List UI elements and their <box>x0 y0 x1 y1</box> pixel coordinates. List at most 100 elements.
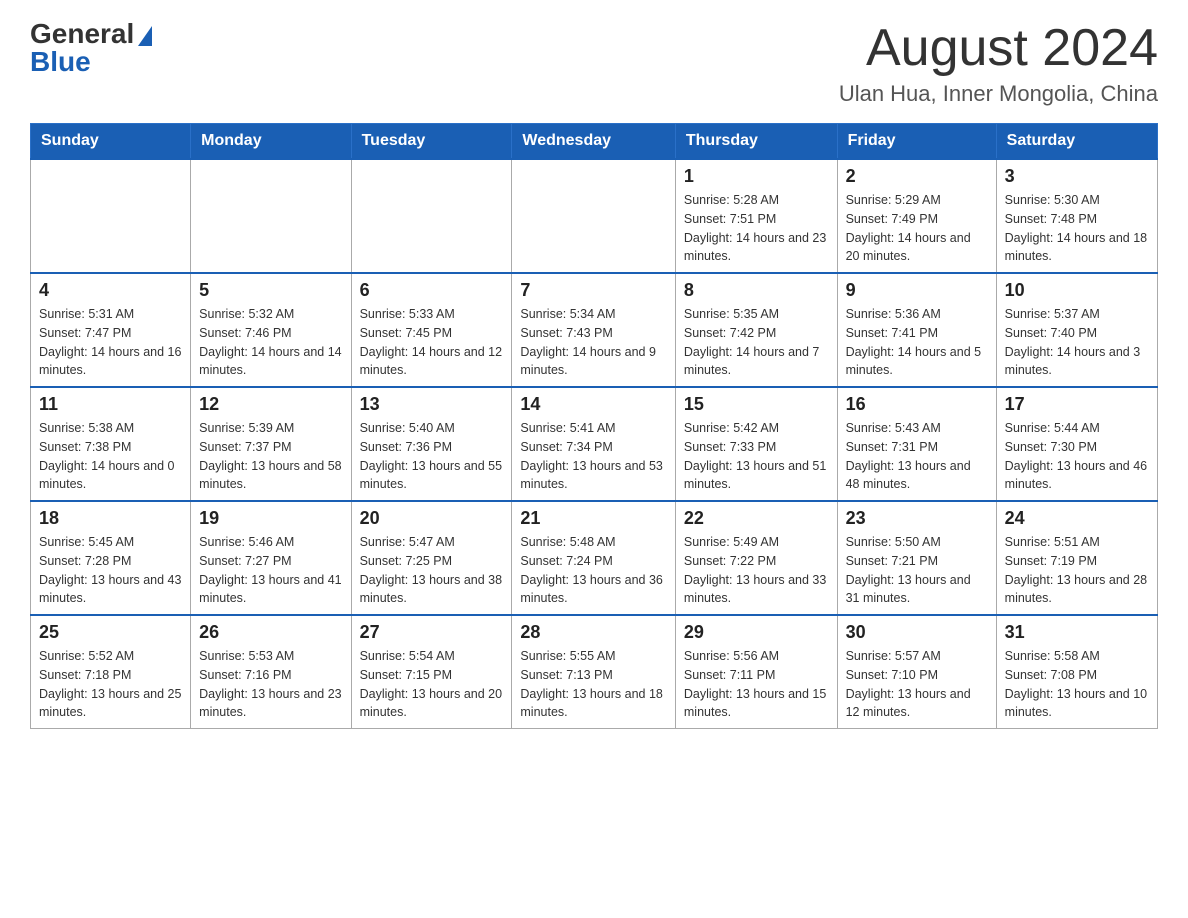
logo-general-text: General <box>30 20 134 48</box>
day-info: Sunrise: 5:30 AMSunset: 7:48 PMDaylight:… <box>1005 191 1149 266</box>
day-number: 18 <box>39 508 182 529</box>
logo-blue-text: Blue <box>30 48 91 76</box>
day-number: 2 <box>846 166 988 187</box>
header: General Blue August 2024 Ulan Hua, Inner… <box>30 20 1158 107</box>
logo-triangle-icon <box>138 26 152 46</box>
calendar-week-row-2: 4 Sunrise: 5:31 AMSunset: 7:47 PMDaylight… <box>31 273 1158 387</box>
calendar-cell: 27Sunrise: 5:54 AMSunset: 7:15 PMDayligh… <box>351 615 512 729</box>
calendar-cell: 31 Sunrise: 5:58 AMSunset: 7:08 PMDayligh… <box>996 615 1157 729</box>
day-info: Sunrise: 5:36 AMSunset: 7:41 PMDaylight:… <box>846 305 988 380</box>
col-wednesday: Wednesday <box>512 124 675 160</box>
calendar-cell: 6Sunrise: 5:33 AMSunset: 7:45 PMDaylight… <box>351 273 512 387</box>
day-number: 10 <box>1005 280 1149 301</box>
day-info: Sunrise: 5:51 AMSunset: 7:19 PMDaylight:… <box>1005 533 1149 608</box>
calendar-cell: 3Sunrise: 5:30 AMSunset: 7:48 PMDaylight… <box>996 159 1157 273</box>
calendar-cell: 17Sunrise: 5:44 AMSunset: 7:30 PMDayligh… <box>996 387 1157 501</box>
day-info: Sunrise: 5:32 AMSunset: 7:46 PMDaylight:… <box>199 305 342 380</box>
calendar-cell <box>512 159 675 273</box>
day-number: 11 <box>39 394 182 415</box>
day-number: 8 <box>684 280 829 301</box>
calendar-cell: 21 Sunrise: 5:48 AMSunset: 7:24 PMDayligh… <box>512 501 675 615</box>
day-number: 16 <box>846 394 988 415</box>
day-info: Sunrise: 5:48 AMSunset: 7:24 PMDaylight:… <box>520 533 666 608</box>
calendar-cell: 23 Sunrise: 5:50 AMSunset: 7:21 PMDayligh… <box>837 501 996 615</box>
day-info: Sunrise: 5:38 AMSunset: 7:38 PMDaylight:… <box>39 419 182 494</box>
day-number: 30 <box>846 622 988 643</box>
calendar-week-row-3: 11 Sunrise: 5:38 AMSunset: 7:38 PMDayligh… <box>31 387 1158 501</box>
calendar-table: Sunday Monday Tuesday Wednesday Thursday… <box>30 123 1158 729</box>
day-number: 12 <box>199 394 342 415</box>
day-info: Sunrise: 5:39 AMSunset: 7:37 PMDaylight:… <box>199 419 342 494</box>
day-number: 15 <box>684 394 829 415</box>
calendar-cell <box>351 159 512 273</box>
col-tuesday: Tuesday <box>351 124 512 160</box>
day-number: 31 <box>1005 622 1149 643</box>
calendar-cell: 4 Sunrise: 5:31 AMSunset: 7:47 PMDaylight… <box>31 273 191 387</box>
calendar-cell: 22 Sunrise: 5:49 AMSunset: 7:22 PMDayligh… <box>675 501 837 615</box>
day-number: 14 <box>520 394 666 415</box>
col-thursday: Thursday <box>675 124 837 160</box>
calendar-header-row: Sunday Monday Tuesday Wednesday Thursday… <box>31 124 1158 160</box>
calendar-cell: 24 Sunrise: 5:51 AMSunset: 7:19 PMDayligh… <box>996 501 1157 615</box>
day-info: Sunrise: 5:56 AMSunset: 7:11 PMDaylight:… <box>684 647 829 722</box>
day-number: 25 <box>39 622 182 643</box>
location-title: Ulan Hua, Inner Mongolia, China <box>839 81 1158 107</box>
day-info: Sunrise: 5:50 AMSunset: 7:21 PMDaylight:… <box>846 533 988 608</box>
day-number: 24 <box>1005 508 1149 529</box>
calendar-cell: 7Sunrise: 5:34 AMSunset: 7:43 PMDaylight… <box>512 273 675 387</box>
day-number: 4 <box>39 280 182 301</box>
day-info: Sunrise: 5:29 AMSunset: 7:49 PMDaylight:… <box>846 191 988 266</box>
day-number: 5 <box>199 280 342 301</box>
day-number: 6 <box>360 280 504 301</box>
calendar-cell: 25 Sunrise: 5:52 AMSunset: 7:18 PMDayligh… <box>31 615 191 729</box>
day-info: Sunrise: 5:31 AMSunset: 7:47 PMDaylight:… <box>39 305 182 380</box>
day-number: 26 <box>199 622 342 643</box>
calendar-cell: 1Sunrise: 5:28 AMSunset: 7:51 PMDaylight… <box>675 159 837 273</box>
day-info: Sunrise: 5:47 AMSunset: 7:25 PMDaylight:… <box>360 533 504 608</box>
calendar-cell <box>31 159 191 273</box>
day-info: Sunrise: 5:41 AMSunset: 7:34 PMDaylight:… <box>520 419 666 494</box>
day-info: Sunrise: 5:42 AMSunset: 7:33 PMDaylight:… <box>684 419 829 494</box>
calendar-cell: 16Sunrise: 5:43 AMSunset: 7:31 PMDayligh… <box>837 387 996 501</box>
col-monday: Monday <box>191 124 351 160</box>
calendar-cell: 20 Sunrise: 5:47 AMSunset: 7:25 PMDayligh… <box>351 501 512 615</box>
day-info: Sunrise: 5:53 AMSunset: 7:16 PMDaylight:… <box>199 647 342 722</box>
day-number: 9 <box>846 280 988 301</box>
calendar-week-row-1: 1Sunrise: 5:28 AMSunset: 7:51 PMDaylight… <box>31 159 1158 273</box>
day-number: 29 <box>684 622 829 643</box>
day-info: Sunrise: 5:57 AMSunset: 7:10 PMDaylight:… <box>846 647 988 722</box>
calendar-cell: 10Sunrise: 5:37 AMSunset: 7:40 PMDayligh… <box>996 273 1157 387</box>
day-info: Sunrise: 5:44 AMSunset: 7:30 PMDaylight:… <box>1005 419 1149 494</box>
calendar-cell <box>191 159 351 273</box>
calendar-cell: 11 Sunrise: 5:38 AMSunset: 7:38 PMDayligh… <box>31 387 191 501</box>
day-number: 23 <box>846 508 988 529</box>
calendar-cell: 29 Sunrise: 5:56 AMSunset: 7:11 PMDayligh… <box>675 615 837 729</box>
day-number: 19 <box>199 508 342 529</box>
day-info: Sunrise: 5:52 AMSunset: 7:18 PMDaylight:… <box>39 647 182 722</box>
day-info: Sunrise: 5:35 AMSunset: 7:42 PMDaylight:… <box>684 305 829 380</box>
day-info: Sunrise: 5:34 AMSunset: 7:43 PMDaylight:… <box>520 305 666 380</box>
calendar-week-row-4: 18 Sunrise: 5:45 AMSunset: 7:28 PMDayligh… <box>31 501 1158 615</box>
logo: General Blue <box>30 20 152 76</box>
day-number: 28 <box>520 622 666 643</box>
day-info: Sunrise: 5:49 AMSunset: 7:22 PMDaylight:… <box>684 533 829 608</box>
calendar-cell: 30 Sunrise: 5:57 AMSunset: 7:10 PMDayligh… <box>837 615 996 729</box>
col-sunday: Sunday <box>31 124 191 160</box>
calendar-cell: 13Sunrise: 5:40 AMSunset: 7:36 PMDayligh… <box>351 387 512 501</box>
calendar-cell: 9 Sunrise: 5:36 AMSunset: 7:41 PMDaylight… <box>837 273 996 387</box>
col-saturday: Saturday <box>996 124 1157 160</box>
calendar-cell: 2 Sunrise: 5:29 AMSunset: 7:49 PMDaylight… <box>837 159 996 273</box>
calendar-cell: 19Sunrise: 5:46 AMSunset: 7:27 PMDayligh… <box>191 501 351 615</box>
day-number: 21 <box>520 508 666 529</box>
day-info: Sunrise: 5:55 AMSunset: 7:13 PMDaylight:… <box>520 647 666 722</box>
day-number: 22 <box>684 508 829 529</box>
calendar-cell: 28 Sunrise: 5:55 AMSunset: 7:13 PMDayligh… <box>512 615 675 729</box>
day-info: Sunrise: 5:45 AMSunset: 7:28 PMDaylight:… <box>39 533 182 608</box>
calendar-cell: 18 Sunrise: 5:45 AMSunset: 7:28 PMDayligh… <box>31 501 191 615</box>
day-info: Sunrise: 5:54 AMSunset: 7:15 PMDaylight:… <box>360 647 504 722</box>
month-title: August 2024 <box>839 20 1158 77</box>
day-info: Sunrise: 5:40 AMSunset: 7:36 PMDaylight:… <box>360 419 504 494</box>
day-info: Sunrise: 5:58 AMSunset: 7:08 PMDaylight:… <box>1005 647 1149 722</box>
day-number: 20 <box>360 508 504 529</box>
calendar-week-row-5: 25 Sunrise: 5:52 AMSunset: 7:18 PMDayligh… <box>31 615 1158 729</box>
